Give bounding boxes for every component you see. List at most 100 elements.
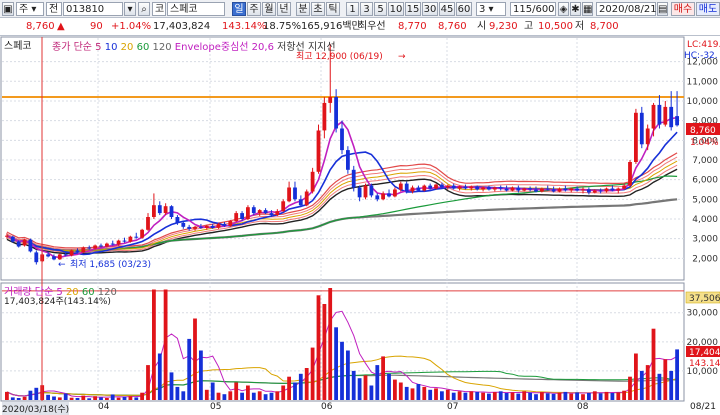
volume-bar bbox=[163, 289, 168, 400]
candle-body bbox=[210, 225, 215, 228]
candle-body bbox=[93, 245, 97, 249]
candle-body bbox=[469, 186, 474, 189]
volume-bar bbox=[328, 288, 333, 400]
volume-bar bbox=[157, 353, 162, 400]
candle-body bbox=[516, 187, 521, 191]
max-arrow-icon: → bbox=[398, 52, 406, 62]
vol-legend-ma120: 120 bbox=[97, 287, 117, 298]
stock-chart[interactable]: 2,0003,0004,0005,0006,0007,0008,0009,000… bbox=[0, 0, 720, 414]
candle-body bbox=[105, 243, 109, 247]
candle-body bbox=[281, 201, 286, 212]
candle-body bbox=[110, 243, 115, 245]
volume-bar bbox=[287, 376, 291, 400]
volume-bar bbox=[69, 397, 74, 400]
candle-body bbox=[10, 236, 15, 242]
candle-body bbox=[669, 106, 674, 128]
volume-bar bbox=[334, 327, 338, 400]
volume-bar bbox=[481, 392, 485, 400]
candle-body bbox=[416, 187, 421, 191]
candle-body bbox=[16, 241, 21, 247]
candle-body bbox=[369, 185, 374, 196]
candle-body bbox=[246, 207, 250, 219]
candle-body bbox=[557, 188, 562, 192]
price-panel bbox=[0, 36, 685, 281]
candle-body bbox=[251, 207, 256, 214]
volume-bar bbox=[304, 368, 309, 400]
candle-body bbox=[487, 187, 491, 190]
volume-bar bbox=[216, 392, 221, 400]
candle-body bbox=[99, 245, 103, 247]
candle-body bbox=[551, 189, 556, 192]
volume-bar bbox=[628, 376, 632, 400]
candle-body bbox=[152, 205, 156, 217]
volume-bar bbox=[598, 393, 603, 400]
candle-body bbox=[146, 217, 150, 230]
volume-bar bbox=[351, 370, 356, 400]
volume-bar bbox=[457, 391, 462, 400]
volume-bar bbox=[140, 392, 144, 400]
candle-body bbox=[116, 240, 121, 245]
price-legend: 종가 단순 5 10 20 60 120 Envelope중심선 20,6 저항… bbox=[6, 38, 336, 53]
candle-body bbox=[545, 188, 550, 190]
volume-bar bbox=[416, 384, 421, 400]
candle-body bbox=[663, 106, 668, 125]
volume-bar bbox=[251, 392, 256, 400]
volume-bar bbox=[440, 391, 444, 400]
volume-bar bbox=[193, 318, 197, 400]
ref-badge-text: 37,506 bbox=[689, 294, 720, 304]
candle-body bbox=[28, 239, 33, 252]
volume-bar bbox=[428, 389, 433, 400]
volume-bar bbox=[52, 396, 56, 400]
volume-bar bbox=[75, 398, 80, 400]
volume-bar bbox=[563, 391, 568, 400]
volume-bar bbox=[387, 373, 391, 400]
candle-body bbox=[269, 213, 274, 216]
volume-bar bbox=[463, 392, 468, 400]
candle-body bbox=[628, 162, 632, 186]
candle-body bbox=[52, 256, 56, 260]
volume-bar bbox=[87, 398, 92, 400]
price-tick-label: 4,000 bbox=[692, 215, 718, 225]
candle-body bbox=[46, 254, 50, 257]
volume-bar bbox=[263, 394, 268, 400]
candle-body bbox=[181, 222, 186, 227]
volume-bar bbox=[434, 388, 438, 400]
candle-body bbox=[504, 188, 509, 191]
min-price-note: 최저 1,685 (03/23) bbox=[70, 259, 151, 270]
candle-body bbox=[316, 130, 321, 172]
volume-bar bbox=[492, 392, 497, 400]
candle-body bbox=[393, 189, 397, 197]
x-label-may: 05 bbox=[210, 402, 222, 412]
volume-bar bbox=[228, 391, 233, 400]
candle-body bbox=[5, 235, 9, 237]
volume-bar bbox=[504, 393, 509, 400]
candle-body bbox=[334, 97, 338, 129]
candle-body bbox=[563, 188, 568, 191]
volume-bar bbox=[128, 396, 133, 400]
candle-body bbox=[492, 187, 497, 190]
candle-body bbox=[69, 250, 74, 256]
legend-close-ma: 종가 단순 bbox=[52, 42, 92, 53]
legend-ma60: 60 bbox=[136, 42, 150, 53]
candle-body bbox=[187, 226, 192, 229]
volume-bar bbox=[57, 397, 62, 400]
hc-label: HC:-32. bbox=[684, 51, 718, 61]
volume-bar bbox=[540, 392, 544, 400]
x-label-apr: 04 bbox=[98, 402, 110, 412]
volume-bar bbox=[281, 385, 286, 400]
vol-legend-ma20: 20 bbox=[65, 287, 79, 298]
candle-body bbox=[398, 183, 403, 190]
volume-bar bbox=[181, 391, 186, 400]
pct-badge-text: 1.04% bbox=[690, 138, 719, 148]
volume-bar bbox=[663, 359, 668, 400]
volume-bar bbox=[240, 392, 244, 400]
candle-body bbox=[287, 187, 291, 202]
volume-bar bbox=[557, 392, 562, 400]
candle-body bbox=[604, 188, 609, 192]
volume-bar bbox=[610, 393, 615, 400]
volume-bar bbox=[298, 373, 303, 400]
candle-body bbox=[199, 226, 203, 228]
x-label-aug: 08 bbox=[577, 402, 589, 412]
price-tick-label: 2,000 bbox=[692, 254, 718, 264]
vol-legend-ma60: 60 bbox=[81, 287, 95, 298]
